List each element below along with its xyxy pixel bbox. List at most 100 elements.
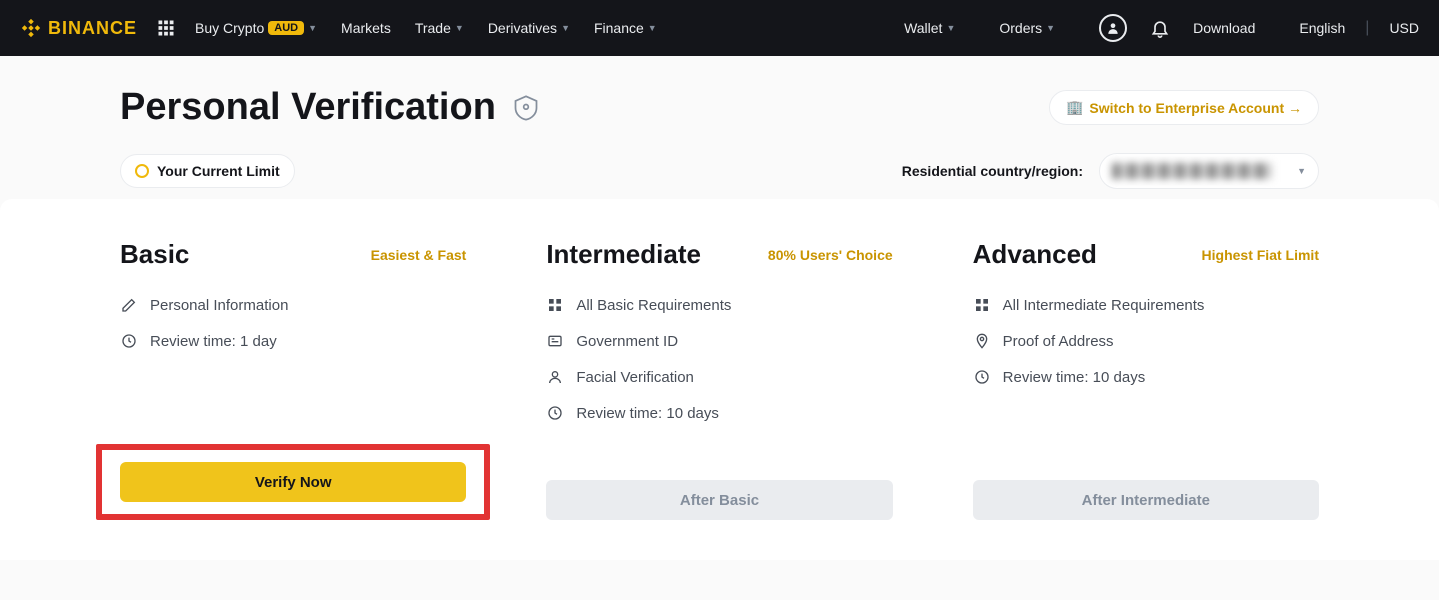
- title-left: Personal Verification: [120, 86, 540, 129]
- chevron-down-icon: ▼: [308, 23, 317, 33]
- tier-advanced-title: Advanced: [973, 239, 1097, 270]
- id-card-icon: [546, 332, 564, 350]
- after-intermediate-button: After Intermediate: [973, 480, 1319, 520]
- after-basic-label: After Basic: [680, 492, 759, 509]
- req-review-time: Review time: 10 days: [973, 368, 1319, 386]
- nav-download[interactable]: Download: [1193, 20, 1255, 36]
- tier-intermediate-title: Intermediate: [546, 239, 701, 270]
- brand-text: BINANCE: [48, 18, 137, 39]
- tier-basic-header: Basic Easiest & Fast: [120, 239, 466, 270]
- spacer: [546, 440, 892, 480]
- req-review-time: Review time: 1 day: [120, 332, 466, 350]
- nav-markets[interactable]: Markets: [341, 20, 391, 36]
- nav-markets-label: Markets: [341, 20, 391, 36]
- clock-icon: [546, 404, 564, 422]
- nav-trade[interactable]: Trade ▼: [415, 20, 464, 36]
- verification-tiers: Basic Easiest & Fast Personal Informatio…: [0, 199, 1439, 560]
- building-icon: 🏢: [1066, 99, 1083, 116]
- chevron-down-icon: ▼: [455, 23, 464, 33]
- limit-dot-icon: [135, 164, 149, 178]
- req-label: Personal Information: [150, 297, 288, 314]
- user-icon: [546, 368, 564, 386]
- verify-now-button[interactable]: Verify Now: [120, 462, 466, 502]
- nav-orders-label: Orders: [999, 20, 1042, 36]
- nav-language-label: English: [1299, 20, 1345, 36]
- nav-finance[interactable]: Finance ▼: [594, 20, 657, 36]
- apps-grid-icon[interactable]: [157, 19, 175, 37]
- highlight-annotation: Verify Now: [96, 444, 490, 520]
- clock-icon: [120, 332, 138, 350]
- tier-intermediate-header: Intermediate 80% Users' Choice: [546, 239, 892, 270]
- notifications-icon[interactable]: [1147, 15, 1173, 41]
- nav-finance-label: Finance: [594, 20, 644, 36]
- clock-icon: [973, 368, 991, 386]
- tier-intermediate: Intermediate 80% Users' Choice All Basic…: [546, 239, 892, 520]
- chevron-down-icon: ▼: [648, 23, 657, 33]
- shield-icon: [512, 94, 540, 122]
- nav-currency-label: USD: [1389, 20, 1419, 36]
- tier-basic: Basic Easiest & Fast Personal Informatio…: [120, 239, 466, 520]
- nav-derivatives-label: Derivatives: [488, 20, 557, 36]
- req-label: All Intermediate Requirements: [1003, 297, 1205, 314]
- currency-badge: AUD: [268, 21, 304, 35]
- nav-download-label: Download: [1193, 20, 1255, 36]
- nav-orders[interactable]: Orders ▼: [999, 20, 1055, 36]
- req-all-intermediate: All Intermediate Requirements: [973, 296, 1319, 314]
- tier-advanced: Advanced Highest Fiat Limit All Intermed…: [973, 239, 1319, 520]
- verify-now-label: Verify Now: [255, 474, 332, 491]
- after-intermediate-label: After Intermediate: [1082, 492, 1210, 509]
- current-limit-pill[interactable]: Your Current Limit: [120, 154, 295, 188]
- req-label: Proof of Address: [1003, 333, 1114, 350]
- nav-derivatives[interactable]: Derivatives ▼: [488, 20, 570, 36]
- grid-icon: [973, 296, 991, 314]
- req-label: Review time: 1 day: [150, 333, 277, 350]
- switch-enterprise-button[interactable]: 🏢 Switch to Enterprise Account →: [1049, 90, 1319, 125]
- tier-intermediate-tag: 80% Users' Choice: [768, 247, 893, 263]
- req-proof-address: Proof of Address: [973, 332, 1319, 350]
- req-personal-info: Personal Information: [120, 296, 466, 314]
- switch-enterprise-label: Switch to Enterprise Account →: [1089, 100, 1302, 116]
- nav-buy-crypto[interactable]: Buy Crypto AUD ▼: [195, 20, 317, 36]
- req-label: Review time: 10 days: [576, 405, 719, 422]
- page-title: Personal Verification: [120, 86, 496, 129]
- after-basic-button: After Basic: [546, 480, 892, 520]
- tier-advanced-tag: Highest Fiat Limit: [1202, 247, 1319, 263]
- req-all-basic: All Basic Requirements: [546, 296, 892, 314]
- current-limit-label: Your Current Limit: [157, 163, 280, 179]
- chevron-down-icon: ▼: [1046, 23, 1055, 33]
- grid-icon: [546, 296, 564, 314]
- req-label: Facial Verification: [576, 369, 694, 386]
- nav-wallet-label: Wallet: [904, 20, 942, 36]
- title-row: Personal Verification 🏢 Switch to Enterp…: [120, 86, 1319, 129]
- tier-advanced-header: Advanced Highest Fiat Limit: [973, 239, 1319, 270]
- header-right: Wallet ▼ Orders ▼ Download English | USD: [904, 14, 1419, 42]
- tier-basic-title: Basic: [120, 239, 189, 270]
- top-nav: BINANCE Buy Crypto AUD ▼ Markets Trade ▼…: [0, 0, 1439, 56]
- user-account-icon[interactable]: [1099, 14, 1127, 42]
- req-review-time: Review time: 10 days: [546, 404, 892, 422]
- req-label: Government ID: [576, 333, 678, 350]
- country-label: Residential country/region:: [902, 163, 1083, 179]
- location-icon: [973, 332, 991, 350]
- nav-currency[interactable]: USD: [1389, 20, 1419, 36]
- chevron-down-icon: ▼: [1297, 166, 1306, 176]
- country-value-blurred: [1112, 163, 1272, 179]
- nav-buy-crypto-label: Buy Crypto: [195, 20, 264, 36]
- info-row: Your Current Limit Residential country/r…: [120, 153, 1319, 189]
- country-select[interactable]: ▼: [1099, 153, 1319, 189]
- nav-wallet[interactable]: Wallet ▼: [904, 20, 955, 36]
- country-section: Residential country/region: ▼: [902, 153, 1319, 189]
- req-gov-id: Government ID: [546, 332, 892, 350]
- binance-logo-icon: [20, 17, 42, 39]
- req-facial: Facial Verification: [546, 368, 892, 386]
- chevron-down-icon: ▼: [946, 23, 955, 33]
- page-content: Personal Verification 🏢 Switch to Enterp…: [0, 56, 1439, 600]
- req-label: All Basic Requirements: [576, 297, 731, 314]
- req-label: Review time: 10 days: [1003, 369, 1146, 386]
- spacer: [973, 404, 1319, 480]
- divider: |: [1365, 19, 1369, 37]
- tier-basic-tag: Easiest & Fast: [371, 247, 467, 263]
- brand-logo[interactable]: BINANCE: [20, 17, 137, 39]
- edit-icon: [120, 296, 138, 314]
- nav-language[interactable]: English: [1299, 20, 1345, 36]
